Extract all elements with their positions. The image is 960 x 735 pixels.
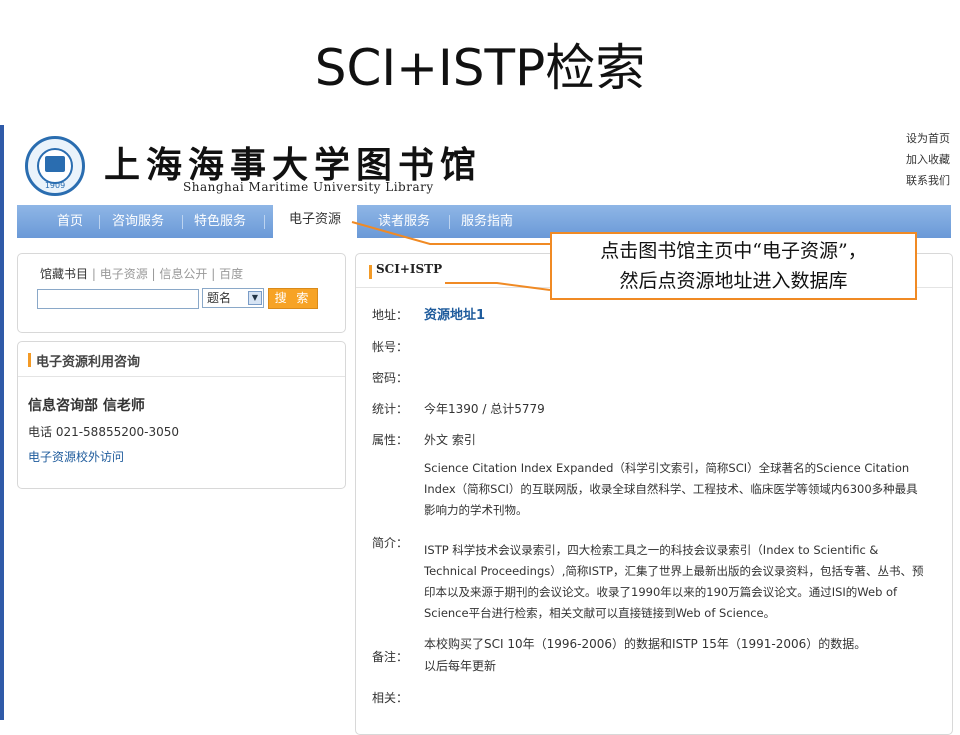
resource-stats: 今年1390 / 总计5779 bbox=[424, 402, 545, 416]
label-account: 帐号： bbox=[372, 340, 409, 354]
label-note: 备注： bbox=[372, 650, 409, 664]
library-name-en: Shanghai Maritime University Library bbox=[183, 180, 434, 194]
resource-address-link[interactable]: 资源地址1 bbox=[424, 304, 485, 323]
resource-title: SCI+ISTP bbox=[376, 262, 443, 276]
set-homepage-link[interactable]: 设为首页 bbox=[850, 128, 950, 149]
university-seal-logo: 1909 bbox=[25, 136, 85, 196]
offsite-access-link[interactable]: 电子资源校外访问 bbox=[28, 448, 124, 465]
add-favorite-link[interactable]: 加入收藏 bbox=[850, 149, 950, 170]
consult-title: 电子资源利用咨询 bbox=[36, 355, 141, 370]
search-tabs: 馆藏书目 | 电子资源 | 信息公开 | 百度 bbox=[40, 267, 244, 281]
section-marker-icon bbox=[369, 265, 372, 279]
note-line-1: 本校购买了SCI 10年（1996-2006）的数据和ISTP 15年（1991… bbox=[424, 637, 867, 651]
catalog-search-panel: 馆藏书目 | 电子资源 | 信息公开 | 百度 题名 ▼ 搜 索 bbox=[17, 253, 346, 333]
label-attr: 属性： bbox=[372, 433, 409, 447]
header-quick-links: 设为首页 加入收藏 联系我们 bbox=[850, 128, 950, 191]
slide-accent-bar bbox=[0, 125, 4, 720]
label-address: 地址： bbox=[372, 308, 409, 322]
callout-line-2: 然后点资源地址进入数据库 bbox=[619, 270, 848, 292]
callout-line-1: 点击图书馆主页中“电子资源”， bbox=[600, 240, 867, 262]
logo-year: 1909 bbox=[44, 181, 66, 190]
label-stats: 统计： bbox=[372, 402, 409, 416]
section-marker-icon bbox=[28, 353, 31, 367]
search-input[interactable] bbox=[37, 289, 199, 309]
instruction-callout: 点击图书馆主页中“电子资源”， 然后点资源地址进入数据库 bbox=[550, 232, 917, 300]
label-intro: 简介： bbox=[372, 536, 409, 550]
nav-item-home[interactable]: 首页 bbox=[57, 205, 83, 238]
search-field-select[interactable]: 题名 ▼ bbox=[202, 288, 264, 308]
tab-info-public[interactable]: 信息公开 bbox=[159, 267, 207, 281]
contact-us-link[interactable]: 联系我们 bbox=[850, 170, 950, 191]
tab-baidu[interactable]: 百度 bbox=[219, 267, 243, 281]
chevron-down-icon: ▼ bbox=[248, 291, 262, 305]
consult-contact-name: 信息咨询部 信老师 bbox=[28, 398, 145, 414]
search-field-value: 题名 bbox=[207, 291, 232, 305]
nav-item-consulting[interactable]: 咨询服务 bbox=[112, 205, 164, 238]
label-password: 密码： bbox=[372, 371, 409, 385]
tab-catalog[interactable]: 馆藏书目 bbox=[40, 267, 88, 281]
resource-detail-panel: SCI+ISTP 地址： 资源地址1 帐号： 密码： 统计： 今年1390 / … bbox=[355, 253, 953, 735]
consult-panel: 电子资源利用咨询 信息咨询部 信老师 电话 021-58855200-3050 … bbox=[17, 341, 346, 489]
consult-phone: 电话 021-58855200-3050 bbox=[28, 425, 179, 439]
slide-title: SCI+ISTP检索 bbox=[314, 39, 646, 97]
nav-item-special[interactable]: 特色服务 bbox=[194, 205, 246, 238]
intro-sci-text: Science Citation Index Expanded（科学引文索引，简… bbox=[424, 461, 918, 517]
nav-item-e-resources[interactable]: 电子资源 bbox=[273, 201, 357, 238]
label-related: 相关： bbox=[372, 691, 409, 705]
nav-item-guide[interactable]: 服务指南 bbox=[461, 205, 513, 238]
note-line-2: 以后每年更新 bbox=[424, 659, 497, 673]
search-button[interactable]: 搜 索 bbox=[268, 288, 318, 309]
tab-e-resources[interactable]: 电子资源 bbox=[100, 267, 148, 281]
resource-attr: 外文 索引 bbox=[424, 433, 476, 447]
nav-item-reader[interactable]: 读者服务 bbox=[378, 205, 430, 238]
intro-istp-text: ISTP 科学技术会议录索引，四大检索工具之一的科技会议录索引（Index to… bbox=[424, 543, 924, 620]
